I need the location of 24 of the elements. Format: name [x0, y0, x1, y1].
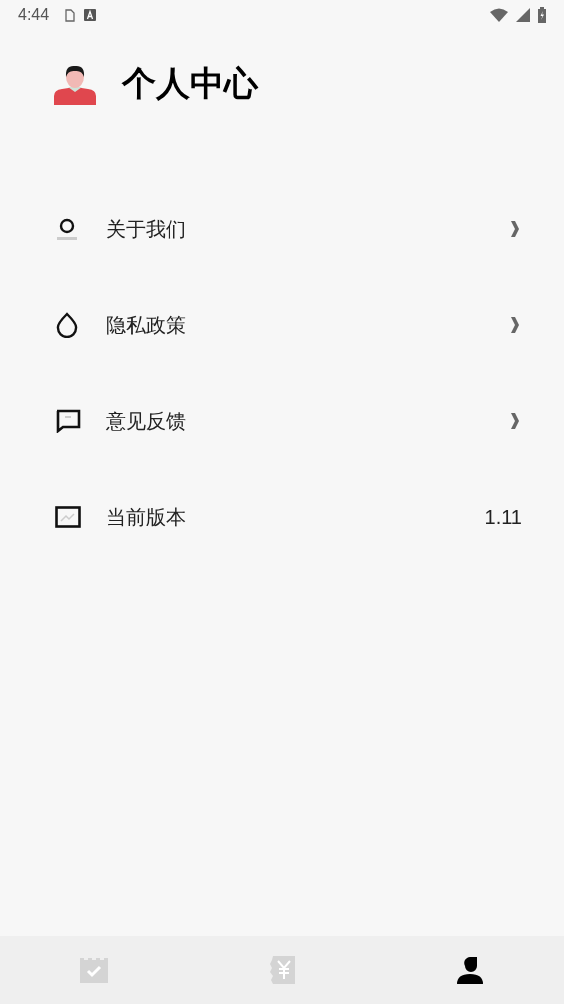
chart-icon: [55, 506, 81, 528]
menu-label: 当前版本: [106, 503, 187, 531]
menu-item[interactable]: 隐私政策: [0, 277, 564, 373]
keyboard-icon: [84, 9, 97, 21]
signal-icon: [516, 8, 530, 22]
page-title: 个人中心: [122, 62, 258, 105]
drop-icon: [55, 312, 79, 338]
calendar-check-icon: [80, 957, 108, 983]
menu-item[interactable]: 当前版本 1.11: [0, 469, 564, 565]
chat-icon: [55, 409, 81, 433]
menu-label: 隐私政策: [106, 311, 187, 339]
battery-icon: [538, 7, 546, 23]
chevron-icon: [510, 412, 520, 430]
menu-item[interactable]: 关于我们: [0, 181, 564, 277]
version-value: 1.11: [484, 505, 522, 529]
wifi-icon: [490, 8, 508, 22]
chevron-icon: [510, 220, 520, 238]
yen-ticket-icon: [269, 956, 295, 984]
chevron-icon: [510, 316, 520, 334]
avatar-icon: [54, 63, 96, 105]
menu-label: 关于我们: [106, 215, 187, 243]
status-time: 4:44: [18, 6, 50, 24]
menu-item[interactable]: 意见反馈: [0, 373, 564, 469]
menu-label: 意见反馈: [106, 407, 187, 435]
